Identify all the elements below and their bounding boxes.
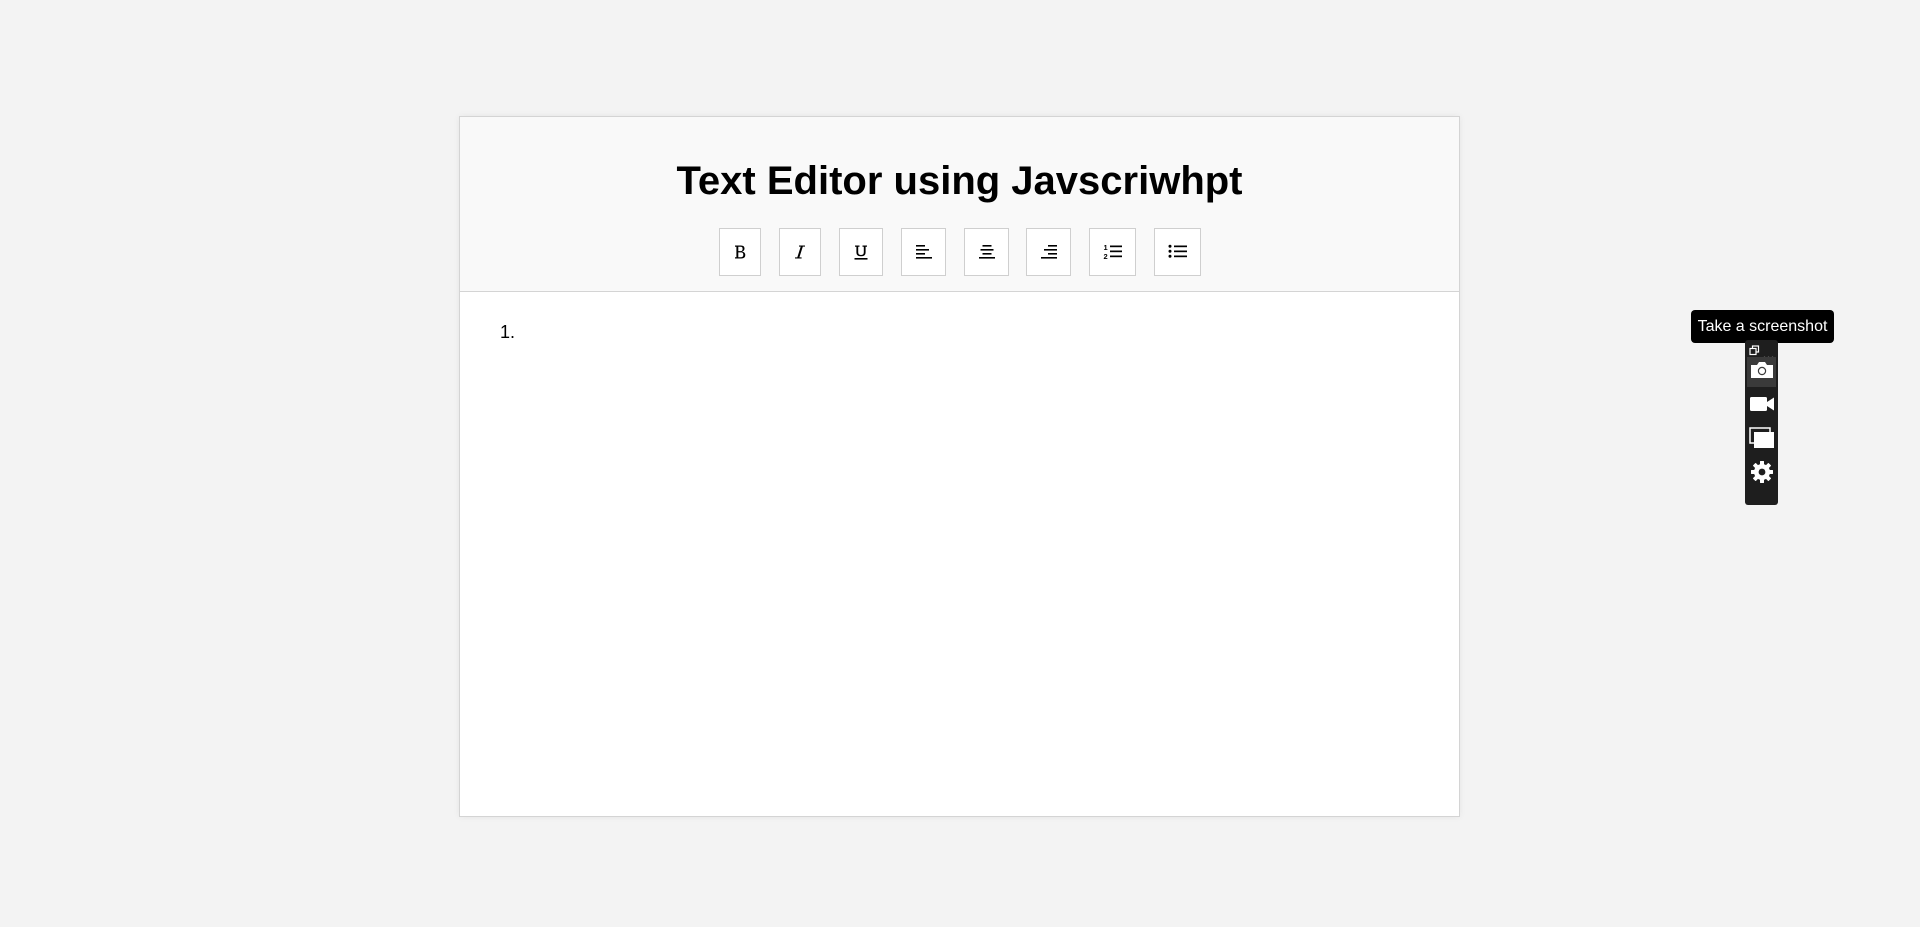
align-right-button[interactable] [1026,228,1071,276]
list-item-marker: 1. [500,322,516,342]
svg-text:1: 1 [1103,243,1107,252]
editor-header: Text Editor using Javscriwhpt 1 2 [460,117,1459,292]
underline-button[interactable] [839,228,883,276]
page-title: Text Editor using Javscriwhpt [676,159,1243,203]
svg-text:2: 2 [1103,252,1107,261]
ordered-list-icon: 1 2 [1103,243,1123,261]
align-left-icon [915,243,933,261]
formatting-toolbar: 1 2 [460,228,1459,278]
unordered-list-button[interactable] [1154,228,1201,276]
align-center-icon [978,243,996,261]
text-editor-container: Text Editor using Javscriwhpt 1 2 1. [459,116,1460,817]
video-camera-icon [1749,395,1775,418]
bold-icon [731,243,749,261]
align-left-button[interactable] [901,228,946,276]
ordered-list: 1. [500,322,520,343]
settings-button[interactable] [1747,459,1776,489]
camera-icon [1750,360,1774,385]
screenshot-toolbar [1745,340,1778,505]
screenshot-button[interactable] [1747,357,1776,387]
bold-button[interactable] [719,228,761,276]
window-stack-icon [1748,426,1775,454]
screenshot-toolbar-top [1745,343,1778,360]
record-video-button[interactable] [1747,391,1776,421]
gear-icon [1750,460,1774,489]
unordered-list-icon [1168,243,1188,261]
screenshot-region-button[interactable] [1747,425,1776,455]
italic-button[interactable] [779,228,821,276]
screenshot-tooltip: Take a screenshot [1691,310,1834,348]
editor-content-area[interactable]: 1. [460,292,1459,816]
align-center-button[interactable] [964,228,1009,276]
underline-icon [852,243,870,261]
italic-icon [791,243,809,261]
list-item[interactable]: 1. [500,322,520,343]
align-right-icon [1040,243,1058,261]
ordered-list-button[interactable]: 1 2 [1089,228,1136,276]
